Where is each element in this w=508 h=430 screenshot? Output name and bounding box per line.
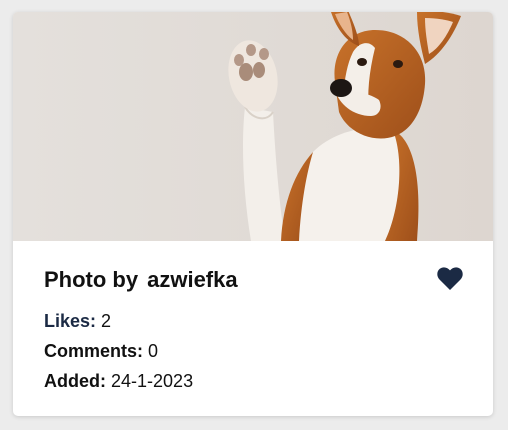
card-body: Photo by azwiefka Likes: 2 Comments: 0 Ad…	[13, 241, 493, 416]
added-stat: Added: 24-1-2023	[44, 371, 193, 392]
card-photo[interactable]	[13, 12, 493, 241]
dog-photo-illustration	[13, 12, 493, 241]
photo-title: Photo by azwiefka	[44, 267, 238, 293]
added-label: Added:	[44, 371, 106, 391]
heart-icon	[437, 267, 463, 290]
author-name[interactable]: azwiefka	[147, 267, 238, 292]
likes-stat: Likes: 2	[44, 311, 111, 332]
likes-label: Likes:	[44, 311, 97, 331]
title-prefix: Photo by	[44, 267, 139, 292]
added-value: 24-1-2023	[111, 371, 194, 391]
comments-label: Comments:	[44, 341, 144, 361]
like-button[interactable]	[437, 267, 463, 291]
likes-value: 2	[101, 311, 112, 331]
comments-stat: Comments: 0	[44, 341, 158, 362]
photo-card: Photo by azwiefka Likes: 2 Comments: 0 Ad…	[13, 12, 493, 416]
comments-value: 0	[148, 341, 159, 361]
